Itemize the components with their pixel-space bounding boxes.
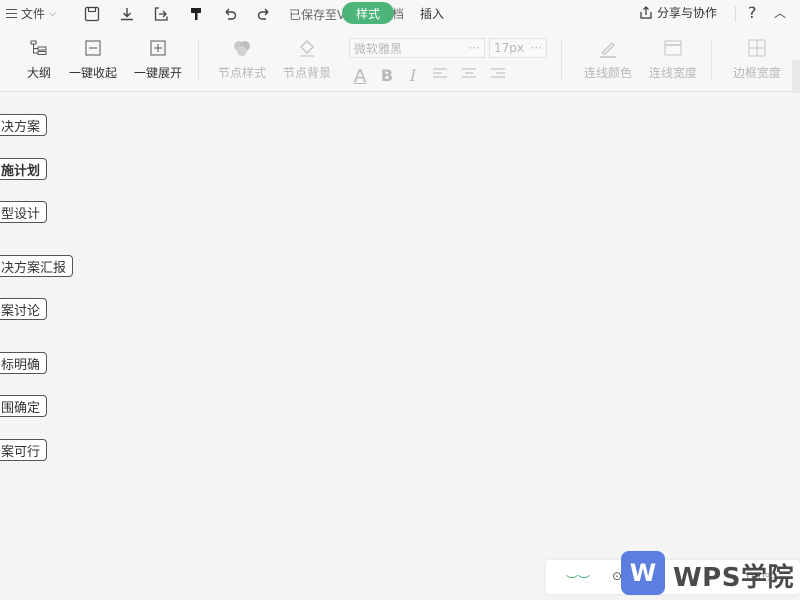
node-style-icon — [232, 38, 252, 58]
node-style-button[interactable]: 节点样式 — [218, 38, 266, 81]
help-icon[interactable]: ? — [748, 3, 757, 22]
font-size-more-icon: ··· — [530, 41, 542, 55]
line-width-button[interactable]: 连线宽度 — [649, 38, 697, 81]
minus-square-icon — [83, 38, 103, 58]
tab-style[interactable]: 样式 — [342, 2, 395, 24]
node-label: 型设计 — [1, 206, 41, 222]
line-color-label: 连线颜色 — [584, 66, 633, 80]
collapse-toolbar-icon[interactable]: ︿ — [774, 4, 786, 21]
mindmap-node[interactable]: 决方案汇报 — [0, 255, 74, 277]
font-family-more-icon: ··· — [468, 41, 480, 55]
node-style-label: 节点样式 — [218, 66, 267, 80]
menu-icon — [6, 9, 17, 18]
text-color-button[interactable]: A — [352, 66, 368, 87]
expand-all-label: 一键展开 — [134, 66, 183, 80]
mindmap-node[interactable]: 标明确 — [0, 352, 48, 374]
border-grid-icon — [747, 38, 767, 58]
wps-watermark: WPS学院 — [673, 563, 794, 593]
align-left-icon[interactable] — [432, 66, 448, 85]
font-size-value: 17px — [494, 41, 524, 55]
export-icon[interactable] — [151, 4, 171, 24]
menu-divider — [735, 6, 736, 22]
node-label: 案讨论 — [1, 303, 41, 319]
paint-bucket-icon — [297, 38, 317, 58]
outline-icon — [29, 38, 49, 58]
plus-square-icon — [148, 38, 168, 58]
mindmap-app: 文件 ⌵ 已保存至V 档 样式 插入 分享与协作 ? ︿ 大纲 一键收起 一键展… — [0, 0, 800, 600]
share-icon — [640, 5, 652, 19]
mindmap-canvas[interactable]: 决方案 施计划 型设计 决方案汇报 案讨论 标明确 围确定 案可行 — [0, 93, 800, 600]
mindmap-node[interactable]: 施计划 — [0, 158, 48, 180]
mindmap-node[interactable]: 决方案 — [0, 114, 48, 136]
download-icon[interactable] — [117, 4, 137, 24]
italic-button[interactable]: I — [405, 66, 421, 85]
mindmap-node[interactable]: 案讨论 — [0, 298, 48, 320]
wps-logo: W — [621, 551, 665, 595]
border-width-label: 边框宽度 — [733, 66, 782, 80]
tab-insert[interactable]: 插入 — [406, 2, 458, 24]
node-label: 围确定 — [1, 400, 41, 416]
align-right-icon[interactable] — [490, 66, 506, 85]
expand-all-button[interactable]: 一键展开 — [134, 38, 182, 81]
chevron-down-icon: ⌵ — [49, 8, 56, 19]
toolbar-divider — [561, 40, 562, 80]
line-color-button[interactable]: 连线颜色 — [584, 38, 632, 81]
save-icon[interactable] — [82, 4, 102, 24]
line-width-icon — [663, 38, 683, 58]
mindmap-node[interactable]: 围确定 — [0, 395, 48, 417]
node-label: 标明确 — [1, 357, 41, 373]
node-label: 施计划 — [1, 163, 41, 179]
font-size-select[interactable]: 17px ··· — [489, 38, 547, 58]
share-button[interactable]: 分享与协作 — [639, 4, 717, 21]
redo-icon[interactable] — [254, 4, 274, 24]
format-painter-icon[interactable] — [186, 4, 206, 24]
collapse-all-label: 一键收起 — [69, 66, 118, 80]
toolbar-divider — [711, 40, 712, 80]
node-background-label: 节点背景 — [283, 66, 332, 80]
saved-status: 已保存至V — [289, 8, 346, 22]
node-label: 决方案汇报 — [1, 260, 67, 276]
outline-label: 大纲 — [27, 66, 52, 80]
file-menu[interactable]: 文件 ⌵ — [6, 5, 56, 22]
bold-button[interactable]: B — [379, 66, 395, 85]
node-label: 决方案 — [1, 119, 41, 135]
mindmap-node[interactable]: 案可行 — [0, 439, 48, 461]
font-family-select[interactable]: 微软雅黑 ··· — [349, 38, 485, 58]
line-width-label: 连线宽度 — [649, 66, 698, 80]
toolbar-divider — [198, 40, 199, 80]
collapse-all-button[interactable]: 一键收起 — [69, 38, 117, 81]
mindmap-node[interactable]: 型设计 — [0, 201, 48, 223]
undo-icon[interactable] — [220, 4, 240, 24]
font-family-value: 微软雅黑 — [354, 41, 403, 56]
align-center-icon[interactable] — [461, 66, 477, 85]
node-background-button[interactable]: 节点背景 — [283, 38, 331, 81]
pen-line-icon — [598, 38, 618, 58]
style-toolbar: 大纲 一键收起 一键展开 节点样式 节点背景 微软雅黑 ··· 17px ···… — [0, 28, 800, 116]
outline-button[interactable]: 大纲 — [27, 38, 51, 81]
node-label: 案可行 — [1, 444, 41, 460]
border-width-button[interactable]: 边框宽度 — [733, 38, 781, 81]
share-label: 分享与协作 — [657, 6, 718, 20]
menu-bar: 文件 ⌵ 已保存至V 档 样式 插入 分享与协作 ? ︿ — [0, 0, 800, 28]
eye-closed-icon[interactable]: ︶︶ — [566, 572, 590, 589]
wps-logo-letter: W — [629, 559, 657, 587]
file-menu-label: 文件 — [21, 7, 46, 21]
